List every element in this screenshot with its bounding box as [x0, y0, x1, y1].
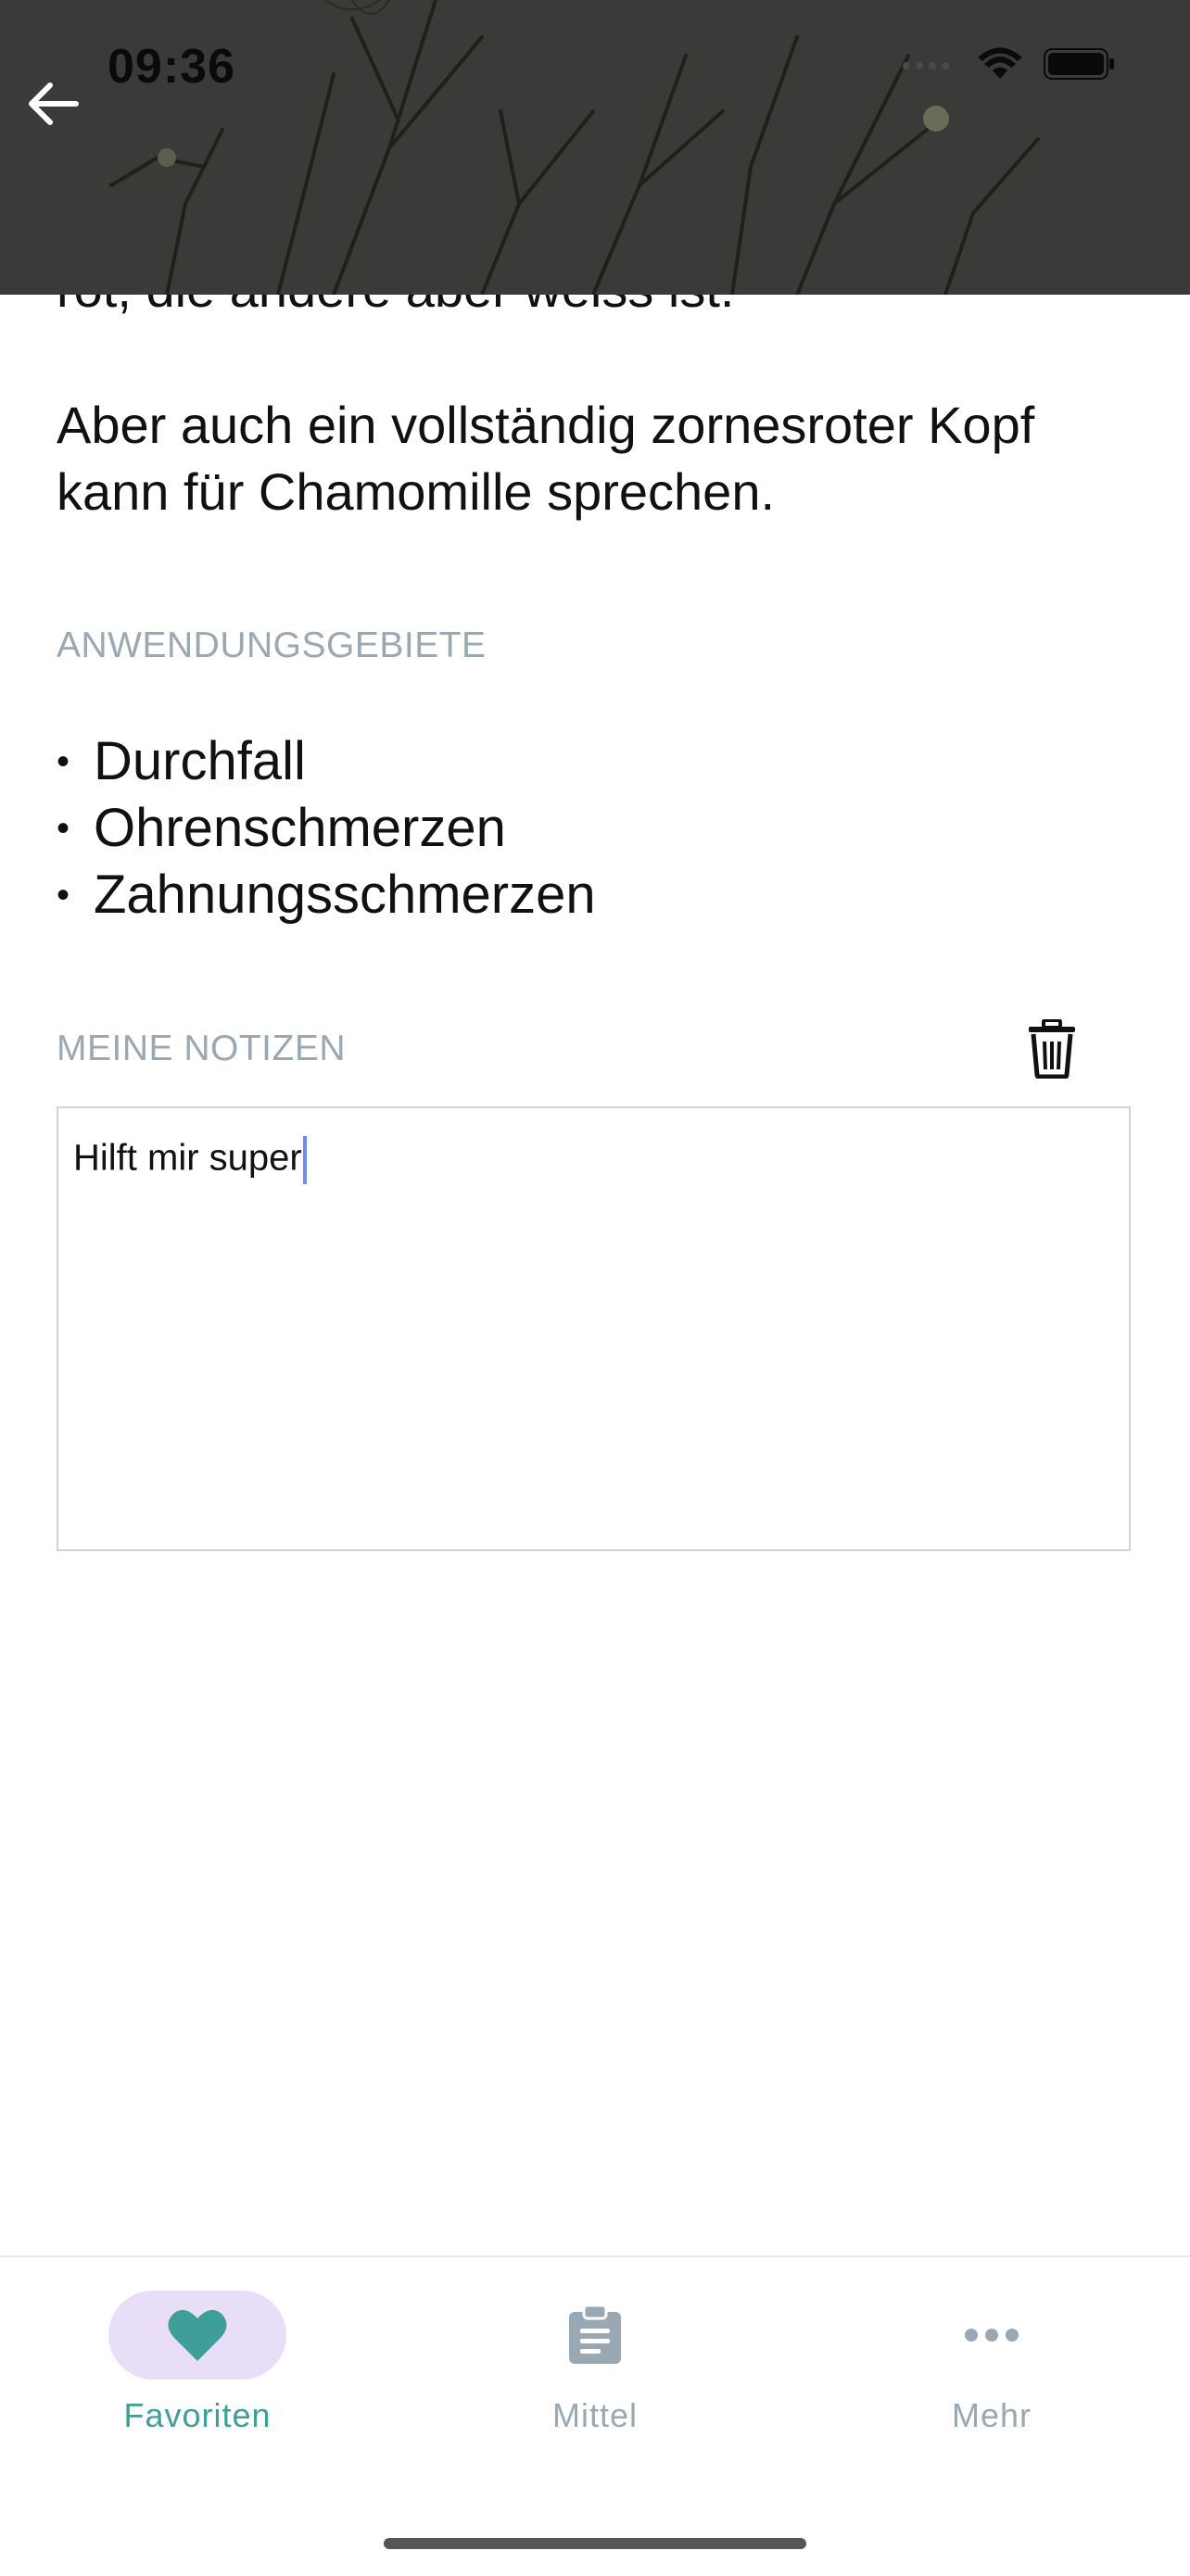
uses-section-label: ANWENDUNGSGEBIETE — [57, 625, 487, 665]
status-icons — [901, 46, 1116, 82]
uses-list: • Durchfall • Ohrenschmerzen • Zahnungss… — [57, 728, 596, 928]
delete-notes-button[interactable] — [1023, 1016, 1081, 1082]
tab-mehr-label: Mehr — [951, 2396, 1032, 2434]
trash-icon — [1029, 1019, 1075, 1079]
more-dots-icon — [965, 2329, 1019, 2342]
use-item-label: Ohrenschmerzen — [94, 798, 506, 858]
notes-textarea[interactable]: Hilft mir super — [57, 1106, 1131, 1551]
heart-icon — [168, 2309, 227, 2361]
list-item: • Durchfall — [57, 728, 596, 795]
back-button[interactable] — [24, 80, 82, 128]
tab-favoriten-pill — [108, 2291, 286, 2380]
list-item: • Zahnungsschmerzen — [57, 862, 596, 928]
use-item-label: Zahnungsschmerzen — [94, 865, 596, 925]
use-item-label: Durchfall — [94, 731, 306, 791]
home-indicator[interactable] — [384, 2538, 806, 2549]
arrow-left-icon — [29, 82, 79, 125]
bullet: • — [57, 741, 70, 782]
description-text: Aber auch ein vollständig zornesroter Ko… — [57, 396, 1035, 521]
tab-favoriten[interactable]: Favoriten — [58, 2291, 336, 2439]
notes-section-label: MEINE NOTIZEN — [57, 1029, 347, 1068]
clipboard-icon — [569, 2305, 621, 2364]
header-image: 09:36 — [0, 0, 1190, 295]
tab-mittel-label: Mittel — [551, 2396, 638, 2434]
tab-mehr-pill — [903, 2291, 1081, 2380]
tab-mittel[interactable]: Mittel — [456, 2291, 734, 2439]
bullet: • — [57, 875, 70, 915]
tab-mittel-pill — [506, 2291, 684, 2380]
tab-favoriten-label: Favoriten — [123, 2396, 272, 2434]
notes-text: Hilft mir super — [73, 1137, 302, 1179]
bottom-tab-bar: Favoriten Mittel Mehr — [0, 2255, 1190, 2576]
tab-mehr[interactable]: Mehr — [853, 2291, 1131, 2439]
text-caret — [302, 1136, 307, 1184]
battery-icon — [1044, 48, 1114, 80]
list-item: • Ohrenschmerzen — [57, 795, 596, 862]
signal-icon — [903, 62, 949, 69]
bullet: • — [57, 808, 70, 849]
status-time: 09:36 — [108, 40, 235, 94]
wifi-icon — [978, 47, 1022, 79]
